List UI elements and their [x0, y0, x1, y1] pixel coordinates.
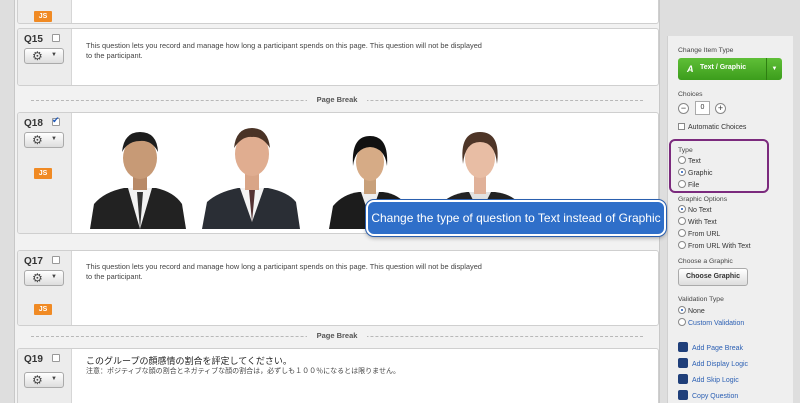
radio-icon — [678, 217, 686, 225]
question-text-line: This question lets you record and manage… — [86, 262, 482, 271]
chevron-down-icon: ▼ — [51, 376, 57, 382]
choose-graphic-button[interactable]: Choose Graphic — [678, 268, 748, 286]
face-photo-1 — [90, 132, 186, 229]
radio-icon — [678, 318, 686, 326]
js-badge[interactable]: JS — [34, 11, 52, 22]
action-label: Add Page Break — [692, 345, 743, 352]
graphic-option-label: From URL With Text — [688, 243, 751, 250]
type-highlight-box — [669, 139, 769, 193]
action-label: Add Skip Logic — [692, 377, 739, 384]
graphic-option-label: With Text — [688, 219, 717, 226]
question-q17[interactable]: Q17 ⚙ ▼ JS This question lets you record … — [17, 250, 659, 326]
automatic-choices-option[interactable]: Automatic Choices — [678, 123, 746, 132]
add-page-break-action[interactable]: Add Page Break — [678, 342, 743, 352]
question-text-line: to the participant. — [86, 51, 143, 60]
action-label: Add Display Logic — [692, 361, 749, 368]
radio-icon — [678, 241, 686, 249]
page-break: Page Break — [31, 94, 643, 106]
change-item-type-label: Change Item Type — [678, 47, 734, 54]
automatic-choices-label: Automatic Choices — [688, 124, 747, 131]
question-text-line: to the participant. — [86, 272, 143, 281]
text-graphic-icon: A — [687, 64, 694, 74]
validation-option-label: Custom Validation — [688, 320, 745, 327]
question-text[interactable]: This question lets you record and manage… — [86, 262, 482, 282]
graphic-option-with-text[interactable]: With Text — [678, 217, 717, 227]
choices-label: Choices — [678, 91, 703, 98]
page-break-icon — [678, 342, 688, 352]
question-q19[interactable]: Q19 ⚙ ▼ このグループの顔感情の割合を評定してください。 注意：ポジティブな顔… — [17, 348, 659, 403]
question-text-line: 注意：ポジティブな顔の割合とネガティブな顔の割合は，必ずしも１００％になるとは限… — [86, 368, 400, 375]
question-text-line: This question lets you record and manage… — [86, 41, 482, 50]
question-options-button[interactable]: ⚙ ▼ — [24, 270, 64, 286]
question-options-button[interactable]: ⚙ ▼ — [24, 132, 64, 148]
gear-icon: ⚙ — [32, 271, 43, 285]
question-properties-panel: Change Item Type A Text / Graphic ▼ Choi… — [667, 36, 793, 403]
question-number: Q19 — [24, 354, 43, 365]
question-number: Q15 — [24, 34, 43, 45]
add-skip-logic-action[interactable]: Add Skip Logic — [678, 374, 739, 384]
validation-option-none[interactable]: None — [678, 306, 705, 316]
choose-graphic-label: Choose a Graphic — [678, 258, 733, 265]
question-number: Q17 — [24, 256, 43, 267]
question-text[interactable]: このグループの顔感情の割合を評定してください。注意：ポジティブな顔の割合とネガテ… — [86, 355, 400, 377]
face-photo-2 — [202, 128, 300, 229]
page-break: Page Break — [31, 330, 643, 342]
question-select-checkbox[interactable] — [52, 34, 60, 42]
gear-icon: ⚙ — [32, 133, 43, 147]
question-options-button[interactable]: ⚙ ▼ — [24, 48, 64, 64]
decrease-choices-button[interactable]: − — [678, 103, 689, 114]
js-badge[interactable]: JS — [34, 304, 52, 315]
page-break-label: Page Break — [306, 94, 368, 106]
automatic-choices-checkbox[interactable] — [678, 123, 685, 130]
radio-icon — [678, 229, 686, 237]
skip-logic-icon — [678, 374, 688, 384]
graphic-option-label: No Text — [688, 207, 712, 214]
gear-icon: ⚙ — [32, 373, 43, 387]
question-select-checkbox[interactable] — [52, 256, 60, 264]
chevron-down-icon: ▼ — [51, 274, 57, 280]
add-display-logic-action[interactable]: Add Display Logic — [678, 358, 748, 368]
question-options-button[interactable]: ⚙ ▼ — [24, 372, 64, 388]
graphic-option-from-url-with-text[interactable]: From URL With Text — [678, 241, 751, 251]
graphic-option-no-text[interactable]: No Text — [678, 205, 712, 215]
question-select-checkbox[interactable] — [52, 115, 60, 126]
validation-type-label: Validation Type — [678, 296, 724, 303]
copy-question-action[interactable]: Copy Question — [678, 390, 738, 400]
question-text[interactable]: This question lets you record and manage… — [86, 41, 482, 61]
item-type-dropdown[interactable]: A Text / Graphic ▼ — [678, 58, 782, 80]
chevron-down-icon: ▼ — [766, 58, 782, 80]
graphic-option-from-url[interactable]: From URL — [678, 229, 720, 239]
question-select-checkbox[interactable] — [52, 354, 60, 362]
app-frame: JS Q15 ⚙ ▼ This question lets you record … — [0, 0, 800, 403]
display-logic-icon — [678, 358, 688, 368]
js-badge[interactable]: JS — [34, 168, 52, 179]
graphic-option-label: From URL — [688, 231, 721, 238]
question-text-line: このグループの顔感情の割合を評定してください。 — [86, 356, 292, 366]
chevron-down-icon: ▼ — [51, 136, 57, 142]
page-break-label: Page Break — [306, 330, 368, 342]
action-label: Copy Question — [692, 393, 739, 400]
radio-selected-icon — [678, 205, 686, 213]
question-number: Q18 — [24, 118, 43, 129]
graphic-options-label: Graphic Options — [678, 196, 728, 203]
validation-option-custom[interactable]: Custom Validation — [678, 318, 744, 328]
increase-choices-button[interactable]: + — [715, 103, 726, 114]
item-type-value: Text / Graphic — [700, 64, 747, 71]
choices-count-field[interactable]: 0 — [695, 101, 710, 115]
chevron-down-icon: ▼ — [51, 52, 57, 58]
radio-selected-icon — [678, 306, 686, 314]
question-q15[interactable]: Q15 ⚙ ▼ This question lets you record and… — [17, 28, 659, 86]
instruction-callout: Change the type of question to Text inst… — [366, 200, 666, 236]
gear-icon: ⚙ — [32, 49, 43, 63]
copy-icon — [678, 390, 688, 400]
validation-option-label: None — [688, 308, 705, 315]
previous-question-block: JS — [17, 0, 659, 24]
